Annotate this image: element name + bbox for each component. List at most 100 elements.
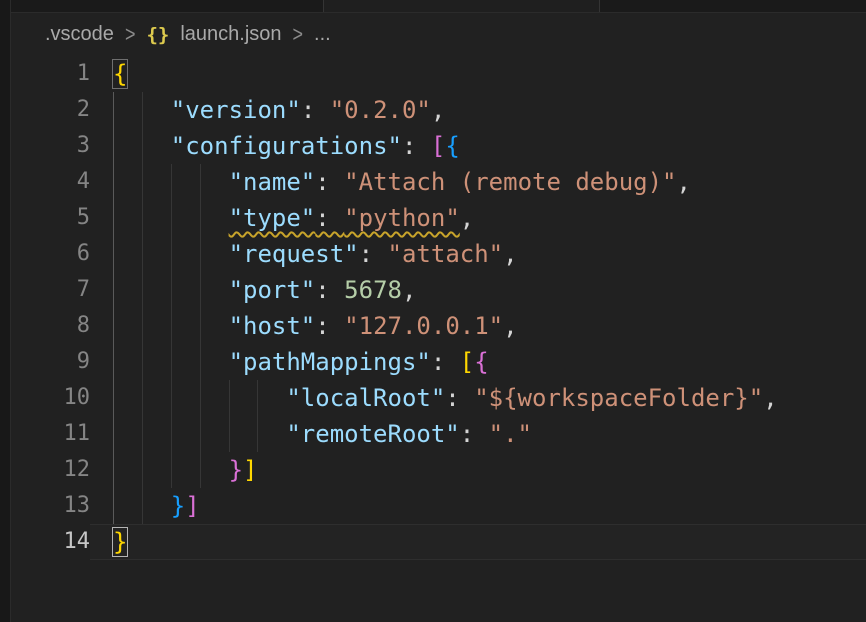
code-line-content[interactable]: {: [90, 56, 866, 92]
code-token: "port": [229, 276, 316, 304]
line-number[interactable]: 13: [11, 488, 90, 524]
indent-guide: [142, 236, 171, 272]
code-token: :: [315, 168, 344, 196]
breadcrumb-item[interactable]: ...: [314, 23, 331, 46]
indent-guide: [113, 308, 142, 344]
code-line[interactable]: 6"request": "attach",: [11, 236, 866, 272]
code-token: "pathMappings": [229, 348, 431, 376]
indent-guide: [171, 344, 200, 380]
code-token: "name": [229, 168, 316, 196]
line-number[interactable]: 8: [11, 308, 90, 344]
window-left-edge: [0, 0, 11, 622]
code-line[interactable]: 2"version": "0.2.0",: [11, 92, 866, 128]
indent-guide: [171, 452, 200, 488]
indent-guide: [142, 416, 171, 452]
line-number[interactable]: 5: [11, 200, 90, 236]
code-line[interactable]: 1{: [11, 56, 866, 92]
code-line[interactable]: 11"remoteRoot": ".": [11, 416, 866, 452]
code-line[interactable]: 5"type": "python",: [11, 200, 866, 236]
line-number[interactable]: 9: [11, 344, 90, 380]
code-line[interactable]: 7"port": 5678,: [11, 272, 866, 308]
code-line-content[interactable]: "localRoot": "${workspaceFolder}",: [90, 380, 866, 416]
code-line-content[interactable]: "pathMappings": [{: [90, 344, 866, 380]
code-token: :: [315, 312, 344, 340]
code-line[interactable]: 8"host": "127.0.0.1",: [11, 308, 866, 344]
indent-guide: [229, 416, 258, 452]
code-line[interactable]: 3"configurations": [{: [11, 128, 866, 164]
indent-guide: [142, 200, 171, 236]
code-token: 5678: [344, 276, 402, 304]
line-number[interactable]: 10: [11, 380, 90, 416]
breadcrumb-item[interactable]: launch.json: [180, 23, 281, 46]
code-line-content[interactable]: }]: [90, 452, 866, 488]
indent-guide: [200, 200, 229, 236]
chevron-right-icon: >: [125, 21, 136, 47]
code-editor[interactable]: 1{2"version": "0.2.0",3"configurations":…: [11, 56, 866, 560]
indent-guide: [171, 236, 200, 272]
code-line-content[interactable]: "version": "0.2.0",: [90, 92, 866, 128]
breadcrumb-item[interactable]: .vscode: [45, 23, 114, 46]
code-line-content[interactable]: "remoteRoot": ".": [90, 416, 866, 452]
code-line[interactable]: 12}]: [11, 452, 866, 488]
code-token: ,: [431, 96, 445, 124]
indent-guide: [113, 164, 142, 200]
line-number[interactable]: 14: [11, 524, 90, 560]
code-line[interactable]: 14}: [11, 524, 866, 560]
line-number[interactable]: 2: [11, 92, 90, 128]
line-number[interactable]: 7: [11, 272, 90, 308]
warning-squiggle: "type": "python": [229, 204, 460, 232]
code-line[interactable]: 13}]: [11, 488, 866, 524]
code-token: ,: [460, 204, 474, 232]
indent-guide: [229, 380, 258, 416]
line-number[interactable]: 6: [11, 236, 90, 272]
code-line-content[interactable]: "configurations": [{: [90, 128, 866, 164]
code-token: [: [431, 132, 445, 160]
code-line-content[interactable]: "name": "Attach (remote debug)",: [90, 164, 866, 200]
code-line[interactable]: 4"name": "Attach (remote debug)",: [11, 164, 866, 200]
indent-guide: [200, 236, 229, 272]
code-line-content[interactable]: "host": "127.0.0.1",: [90, 308, 866, 344]
indent-guide: [113, 128, 142, 164]
code-token: "127.0.0.1": [344, 312, 503, 340]
indent-guide: [142, 128, 171, 164]
code-token: :: [315, 204, 344, 232]
code-line-content[interactable]: "type": "python",: [90, 200, 866, 236]
indent-guide: [171, 164, 200, 200]
line-number[interactable]: 12: [11, 452, 90, 488]
matched-bracket: {: [113, 60, 127, 88]
active-tab-sliver[interactable]: [323, 0, 599, 12]
indent-guide: [200, 344, 229, 380]
code-token: "0.2.0": [330, 96, 431, 124]
indent-guide: [142, 452, 171, 488]
vscode-editor-window: .vscode > {} launch.json >... 1{2"version": …: [0, 0, 866, 622]
code-line-content[interactable]: "port": 5678,: [90, 272, 866, 308]
code-token: :: [431, 348, 460, 376]
indent-guide: [257, 416, 286, 452]
line-number[interactable]: 1: [11, 56, 90, 92]
breadcrumb: .vscode>{}launch.json>...: [11, 13, 866, 56]
code-line-content[interactable]: }]: [90, 488, 866, 524]
indent-guide: [113, 236, 142, 272]
indent-guide: [257, 380, 286, 416]
chevron-right-icon: >: [293, 21, 304, 47]
code-line[interactable]: 10"localRoot": "${workspaceFolder}",: [11, 380, 866, 416]
code-line-content[interactable]: }: [90, 524, 866, 560]
editor-tab-bar[interactable]: [11, 0, 866, 13]
code-token: ,: [503, 312, 517, 340]
line-number[interactable]: 11: [11, 416, 90, 452]
indent-guide: [142, 164, 171, 200]
line-number[interactable]: 4: [11, 164, 90, 200]
tab-divider: [323, 0, 324, 12]
code-token: "type": [229, 204, 316, 232]
indent-guide: [171, 308, 200, 344]
code-token: ,: [402, 276, 416, 304]
indent-guide: [142, 488, 171, 524]
indent-guide: [142, 92, 171, 128]
indent-guide: [171, 380, 200, 416]
line-number[interactable]: 3: [11, 128, 90, 164]
indent-guide: [171, 272, 200, 308]
code-token: ]: [243, 456, 257, 484]
code-line[interactable]: 9"pathMappings": [{: [11, 344, 866, 380]
code-line-content[interactable]: "request": "attach",: [90, 236, 866, 272]
indent-guide: [142, 272, 171, 308]
